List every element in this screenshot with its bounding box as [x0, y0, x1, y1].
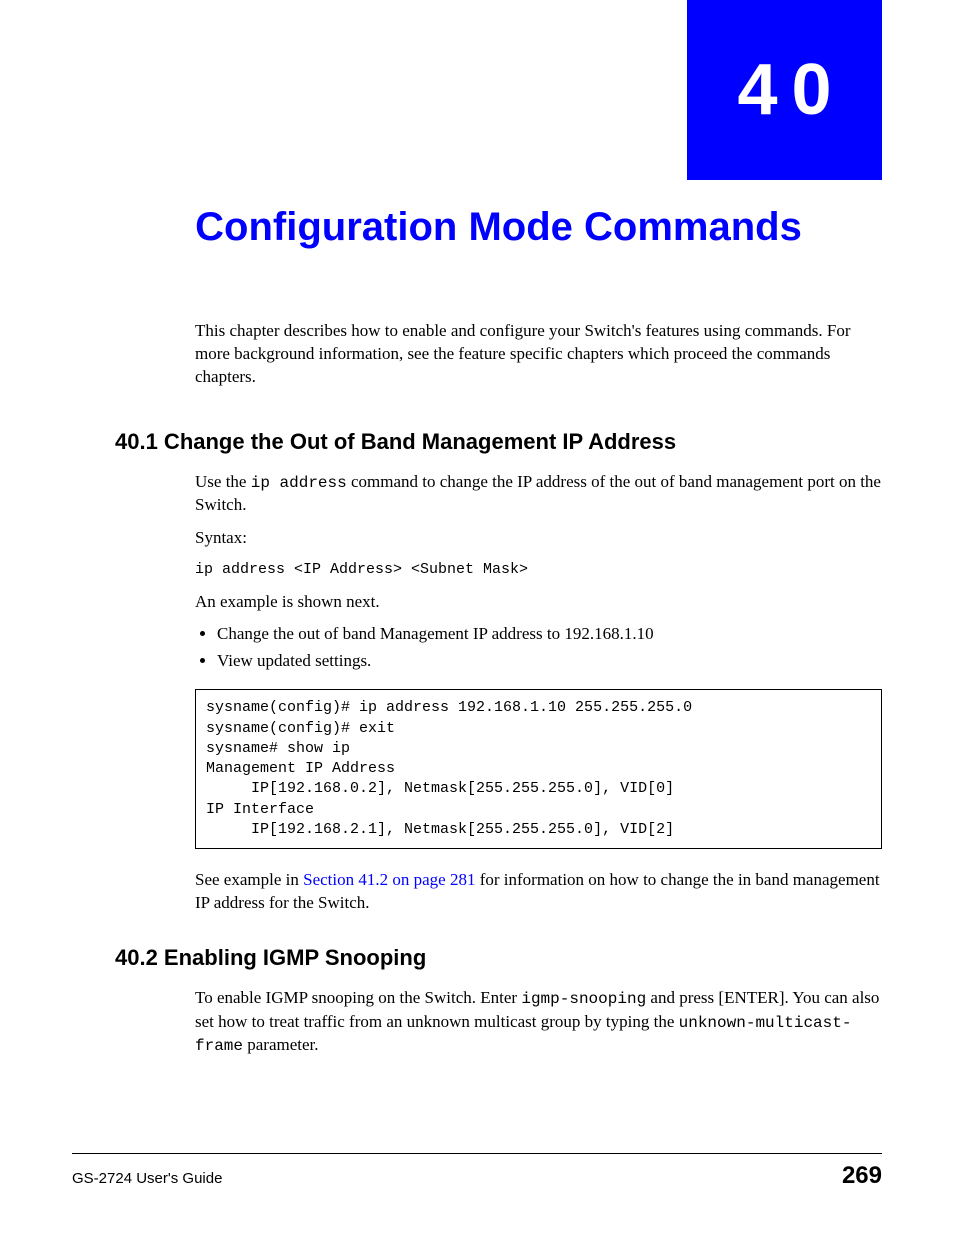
inline-code-igmp-snooping: igmp-snooping [521, 990, 646, 1008]
footer-guide-name: GS-2724 User's Guide [72, 1170, 222, 1187]
content-area: Configuration Mode Commands This chapter… [115, 205, 882, 1068]
footer-page-number: 269 [842, 1162, 882, 1190]
bullet-list: Change the out of band Management IP add… [195, 623, 882, 673]
chapter-number-box: 40 [687, 0, 882, 180]
s1-paragraph-3: See example in Section 41.2 on page 281 … [195, 869, 882, 915]
text: Use the [195, 472, 251, 491]
s2-paragraph-1: To enable IGMP snooping on the Switch. E… [195, 987, 882, 1058]
syntax-line: ip address <IP Address> <Subnet Mask> [195, 560, 882, 580]
page-footer: GS-2724 User's Guide 269 [72, 1153, 882, 1190]
section-heading-40-2: 40.2 Enabling IGMP Snooping [115, 945, 882, 971]
s1-paragraph-1: Use the ip address command to change the… [195, 471, 882, 518]
page: 40 Configuration Mode Commands This chap… [0, 0, 954, 1235]
list-item: View updated settings. [217, 650, 882, 673]
text: parameter. [243, 1035, 319, 1054]
cross-reference-link[interactable]: Section 41.2 on page 281 [303, 870, 475, 889]
text: To enable IGMP snooping on the Switch. E… [195, 988, 521, 1007]
section-40-2-body: To enable IGMP snooping on the Switch. E… [195, 987, 882, 1058]
chapter-title: Configuration Mode Commands [115, 205, 882, 250]
code-block: sysname(config)# ip address 192.168.1.10… [195, 689, 882, 849]
section-heading-40-1: 40.1 Change the Out of Band Management I… [115, 429, 882, 455]
syntax-label: Syntax: [195, 527, 882, 550]
chapter-number: 40 [723, 54, 845, 126]
s1-paragraph-2: An example is shown next. [195, 591, 882, 614]
section-40-1-body: Use the ip address command to change the… [195, 471, 882, 915]
list-item: Change the out of band Management IP add… [217, 623, 882, 646]
text: See example in [195, 870, 303, 889]
inline-code-ip-address: ip address [251, 474, 347, 492]
intro-paragraph: This chapter describes how to enable and… [195, 320, 882, 389]
